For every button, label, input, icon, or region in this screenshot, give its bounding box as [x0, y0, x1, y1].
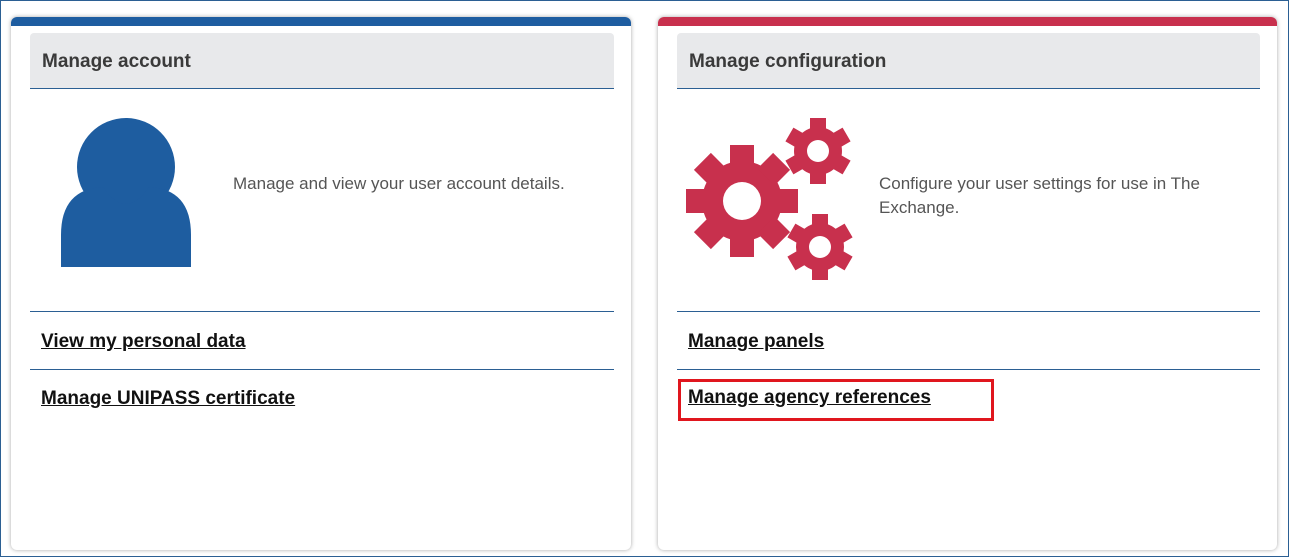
card-description: Configure your user settings for use in …: [879, 174, 1200, 217]
card-accent-bar: [658, 17, 1277, 26]
card-header: Manage account: [30, 33, 614, 89]
divider: [30, 311, 614, 312]
manage-account-card: Manage account Manage and view your user…: [11, 17, 631, 550]
gears-icon: [686, 115, 866, 283]
card-description: Manage and view your user account detail…: [233, 174, 565, 193]
manage-configuration-card: Manage configuration Configure your user…: [658, 17, 1277, 550]
divider: [677, 369, 1260, 370]
user-icon: [57, 117, 195, 267]
card-title: Manage account: [42, 51, 191, 72]
divider: [30, 369, 614, 370]
manage-unipass-certificate-link[interactable]: Manage UNIPASS certificate: [41, 388, 295, 410]
manage-panels-link[interactable]: Manage panels: [688, 331, 824, 353]
view-personal-data-link[interactable]: View my personal data: [41, 331, 246, 353]
card-accent-bar: [11, 17, 631, 26]
divider: [677, 311, 1260, 312]
card-title: Manage configuration: [689, 51, 887, 72]
manage-agency-references-link[interactable]: Manage agency references: [688, 387, 931, 409]
card-header: Manage configuration: [677, 33, 1260, 89]
